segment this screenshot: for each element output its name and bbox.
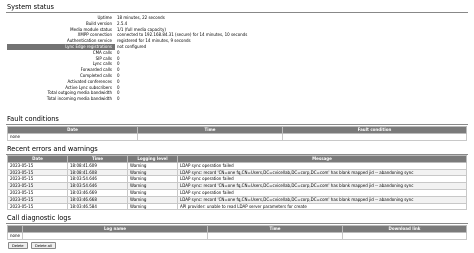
table-cell: API provider: unable to read LDAP server… [177,202,467,211]
table-cell: 2023-05-15 [7,202,68,211]
table-cell: Warning [127,188,178,197]
table-row: 2023-05-15 18:03:46.668 Warning LDAP sync: … [7,195,467,204]
column-header[interactable] [7,225,23,233]
column-header[interactable]: Message [177,155,467,163]
call-diagnostic-logs-title: Call diagnostic logs [7,214,71,222]
call-diagnostic-logs-divider [6,223,468,224]
status-key: Total incoming media bandwidth [46,96,112,102]
table-cell: Warning [127,168,178,177]
fault-conditions-table: Date Time Fault condition none [7,126,467,141]
status-row: Total incoming media bandwidth 0 [7,96,467,102]
table-cell: 2023-05-15 [7,195,68,204]
table-cell: 18:03:46.584 [67,202,128,211]
table-cell: 2023-05-15 [7,188,68,197]
table-row: 2023-05-15 18:08:41.609 Warning LDAP sync o… [7,161,467,170]
table-cell: Warning [127,175,178,184]
table-row: 2023-05-15 18:03:54.646 Warning LDAP sync o… [7,175,467,184]
table-cell: none [7,132,138,141]
recent-errors-table: Date Time Logging level Message 2023-05-15 18… [7,155,467,211]
table-cell: LDAP sync operation failed [177,188,467,197]
fault-conditions-title: Fault conditions [7,115,59,123]
table-cell: Warning [127,202,178,211]
column-header[interactable]: Time [67,155,128,163]
table-row: 2023-05-15 18:03:46.584 Warning API provide… [7,202,467,211]
table-cell: Warning [127,195,178,204]
table-cell: LDAP sync: record 'CN=one fq,CN=Users,DC… [177,182,467,190]
table-row: none [7,132,467,141]
table-cell: LDAP sync: record 'CN=one fq,CN=Users,DC… [177,168,467,177]
column-header[interactable]: Fault condition [282,126,467,134]
column-header[interactable]: Logging level [127,155,178,163]
table-cell: 18:08:41.609 [67,161,128,170]
column-header[interactable]: Download link [341,225,468,233]
table-cell: 18:03:46.668 [67,195,128,204]
table-cell [21,231,208,240]
column-header[interactable]: Time [137,126,283,134]
delete-all-button[interactable]: Delete all [31,242,56,249]
table-cell: 18:03:54.646 [67,175,128,184]
delete-button[interactable]: Delete [8,242,28,249]
header-row: Date Time Fault condition [7,126,467,134]
status-value: 0 [117,96,120,102]
table-cell: 2023-05-15 [7,168,68,177]
table-cell: 18:03:46.669 [67,188,128,197]
table-cell [282,132,467,141]
table-cell: 18:08:41.608 [67,168,128,177]
table-cell: 2023-05-15 [7,175,68,184]
table-cell: LDAP sync: record 'CN=one fq,CN=Users,DC… [177,195,467,204]
recent-errors-title: Recent errors and warnings [7,145,98,153]
header-row: Log name Time Download link [7,225,468,233]
table-cell [206,231,343,240]
table-cell [341,231,468,240]
table-cell: LDAP sync operation failed [177,175,467,184]
call-diagnostic-logs-table: Log name Time Download link none [7,225,468,240]
table-cell: LDAP sync operation failed [177,161,467,170]
system-status-table: Uptime 18 minutes, 22 seconds Build versio… [7,15,467,102]
fault-conditions-divider [6,124,468,125]
column-header[interactable]: Date [7,155,68,163]
table-row: 2023-05-15 18:03:46.669 Warning LDAP sync o… [7,188,467,197]
column-header[interactable]: Time [206,225,343,233]
column-header[interactable]: Date [7,126,138,134]
system-status-divider [6,12,468,13]
table-row: 2023-05-15 18:08:41.608 Warning LDAP sync: … [7,168,467,177]
table-cell: none [7,231,23,240]
table-cell [137,132,283,141]
table-cell: Warning [127,161,178,170]
table-cell: 18:03:54.646 [67,182,128,190]
table-row: none [7,231,468,240]
header-row: Date Time Logging level Message [7,155,467,163]
table-cell: 2023-05-15 [7,161,68,170]
table-row: 2023-05-15 18:03:54.646 Warning LDAP sync: … [7,182,467,190]
table-cell: 2023-05-15 [7,182,68,190]
column-header[interactable]: Log name [21,225,208,233]
system-status-title: System status [7,3,54,11]
table-cell: Warning [127,182,178,190]
